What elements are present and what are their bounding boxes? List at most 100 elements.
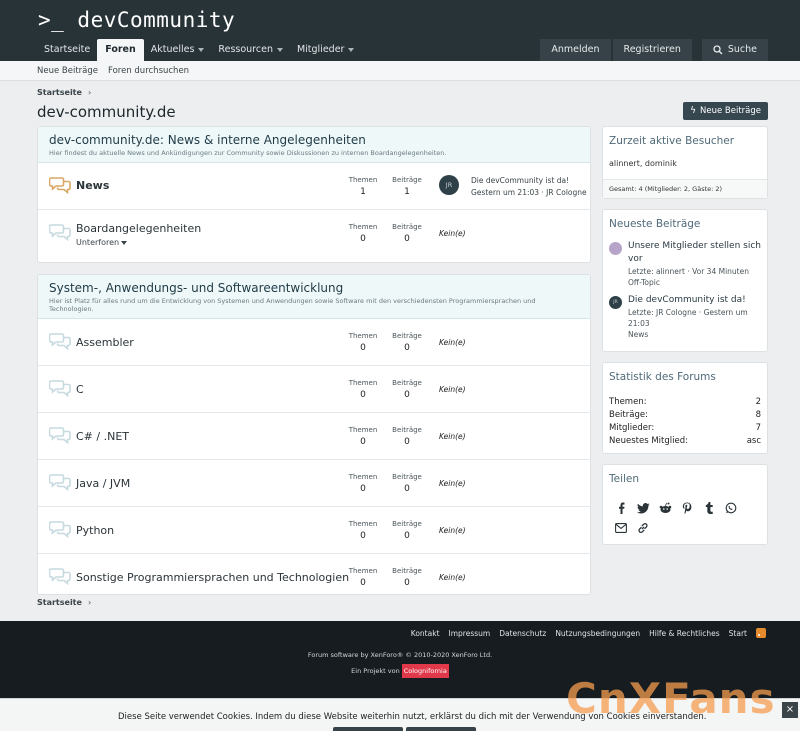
widget-title[interactable]: Statistik des Forums [603, 363, 767, 383]
whatsapp-icon[interactable] [724, 501, 738, 515]
post-forum[interactable]: News [628, 329, 748, 340]
breadcrumb-home[interactable]: Startseite [37, 598, 82, 607]
threads-count: 0 [360, 484, 366, 494]
last-post-none: Kein(e) [439, 338, 466, 347]
nav-label: Mitglieder [296, 44, 345, 55]
footer-link-help[interactable]: Hilfe & Rechtliches [649, 629, 720, 638]
forum-title[interactable]: C [76, 383, 84, 396]
forum-stats-widget: Statistik des Forums Themen: 2 Beiträge: 8… [602, 362, 768, 454]
threads-label: Themen [348, 473, 378, 481]
cookie-more-button[interactable] [406, 727, 476, 731]
nav-startseite[interactable]: Startseite [37, 39, 97, 61]
nav-label: Ressourcen [218, 44, 273, 55]
nav-ressourcen[interactable]: Ressourcen [211, 39, 290, 61]
threads-label: Themen [348, 426, 378, 434]
footer-link-imprint[interactable]: Impressum [449, 629, 491, 638]
avatar[interactable] [609, 242, 622, 255]
posts-count: 0 [404, 531, 410, 541]
widget-title[interactable]: Zurzeit aktive Besucher [603, 127, 767, 147]
avatar[interactable]: JR [609, 296, 622, 309]
forum-node: C Themen 0 Beiträge 0 Kein(e) [38, 366, 590, 413]
page-title: dev-community.de [37, 103, 176, 121]
nav-foren[interactable]: Foren [97, 39, 144, 61]
chevron-down-icon[interactable] [276, 48, 283, 52]
nav-aktuelles[interactable]: Aktuelles [144, 39, 212, 61]
forum-title[interactable]: Assembler [76, 336, 134, 349]
last-post-none: Kein(e) [439, 229, 466, 238]
chevron-down-icon[interactable] [198, 48, 205, 52]
forum-node: Python Themen 0 Beiträge 0 Kein(e) [38, 507, 590, 554]
new-posts-button[interactable]: ϟ Neue Beiträge [683, 102, 768, 120]
twitter-icon[interactable] [636, 501, 650, 515]
facebook-icon[interactable] [614, 501, 628, 515]
project-link[interactable]: Colognifornia [401, 664, 449, 678]
register-button[interactable]: Registrieren [612, 39, 692, 61]
category-title[interactable]: System-, Anwendungs- und Softwareentwick… [49, 281, 579, 295]
post-forum[interactable]: Off-Topic [628, 277, 761, 288]
nav-mitglieder[interactable]: Mitglieder [290, 39, 362, 61]
forum-title[interactable]: Boardangelegenheiten [76, 222, 201, 235]
reddit-icon[interactable] [658, 501, 672, 515]
latest-post-body: Unsere Mitglieder stellen sich vor Letzt… [628, 240, 761, 288]
footer-copyright[interactable]: Forum software by XenForo® © 2010-2020 X… [0, 651, 800, 659]
user-nav: Anmelden Registrieren Suche [540, 39, 768, 61]
category-block-development: System-, Anwendungs- und Softwareentwick… [37, 274, 591, 595]
project-prefix: Ein Projekt von [351, 667, 400, 675]
close-icon[interactable]: × [782, 702, 798, 718]
latest-posts-widget: Neueste Beiträge Unsere Mitglieder stell… [602, 209, 768, 352]
post-title[interactable]: Unsere Mitglieder stellen sich [628, 240, 761, 253]
chevron-down-icon[interactable] [348, 48, 355, 52]
footer-link-home[interactable]: Start [729, 629, 747, 638]
post-title-cont[interactable]: vor [628, 253, 761, 266]
forum-node: Sonstige Programmiersprachen und Technol… [38, 554, 590, 601]
pinterest-icon[interactable] [680, 501, 694, 515]
online-members[interactable]: alinnert, dominik [603, 159, 767, 168]
search-label: Suche [727, 44, 757, 55]
forum-title[interactable]: Sonstige Programmiersprachen und Technol… [76, 571, 349, 584]
breadcrumb: Startseite › [37, 88, 91, 97]
link-icon[interactable] [636, 521, 650, 535]
stat-value: 8 [755, 410, 761, 420]
forum-read-icon [48, 223, 71, 242]
email-icon[interactable] [614, 521, 628, 535]
stat-key: Themen: [609, 397, 647, 407]
login-button[interactable]: Anmelden [540, 39, 611, 61]
last-post-meta: Gestern um 21:03 · JR Cologne [471, 188, 587, 197]
forum-title[interactable]: C# / .NET [76, 430, 129, 443]
rss-icon[interactable] [756, 628, 766, 638]
subnav-search-forums[interactable]: Foren durchsuchen [108, 66, 189, 76]
threads-label: Themen [348, 567, 378, 575]
posts-label: Beiträge [392, 520, 422, 528]
footer-link-privacy[interactable]: Datenschutz [499, 629, 546, 638]
breadcrumb-bottom: Startseite › [37, 598, 91, 607]
category-title[interactable]: dev-community.de: News & interne Angeleg… [49, 133, 579, 147]
latest-post-item: JR Die devCommunity ist da! Letzte: JR C… [603, 294, 767, 340]
threads-stat: Themen 0 [343, 473, 383, 494]
footer-link-contact[interactable]: Kontakt [411, 629, 440, 638]
stat-row: Themen: 2 [603, 396, 767, 409]
forum-title[interactable]: Java / JVM [76, 477, 130, 490]
breadcrumb-home[interactable]: Startseite [37, 88, 82, 97]
forum-read-icon [48, 379, 71, 398]
stat-value[interactable]: asc [747, 435, 761, 448]
posts-stat: Beiträge 1 [387, 176, 427, 197]
widget-title[interactable]: Neueste Beiträge [603, 210, 767, 230]
subnav-new-posts[interactable]: Neue Beiträge [37, 66, 98, 76]
tumblr-icon[interactable] [702, 501, 716, 515]
footer-link-terms[interactable]: Nutzungsbedingungen [555, 629, 640, 638]
forum-title[interactable]: News [76, 179, 109, 192]
last-post-title[interactable]: Die devCommunity ist da! [471, 175, 587, 187]
threads-stat: Themen 0 [343, 379, 383, 400]
latest-post-body: Die devCommunity ist da! Letzte: JR Colo… [628, 294, 748, 340]
forum-title[interactable]: Python [76, 524, 114, 537]
stats-list: Themen: 2 Beiträge: 8 Mitglieder: 7 Neueste… [603, 396, 767, 448]
search-button[interactable]: Suche [701, 39, 768, 61]
threads-label: Themen [348, 332, 378, 340]
forum-read-icon [48, 520, 71, 539]
site-logo[interactable]: >_ devCommunity [38, 8, 235, 32]
avatar[interactable]: JR [439, 175, 459, 195]
posts-label: Beiträge [392, 473, 422, 481]
post-title[interactable]: Die devCommunity ist da! [628, 294, 748, 307]
subforums-menu[interactable]: Unterforen [76, 238, 128, 247]
cookie-accept-button[interactable] [333, 727, 403, 731]
